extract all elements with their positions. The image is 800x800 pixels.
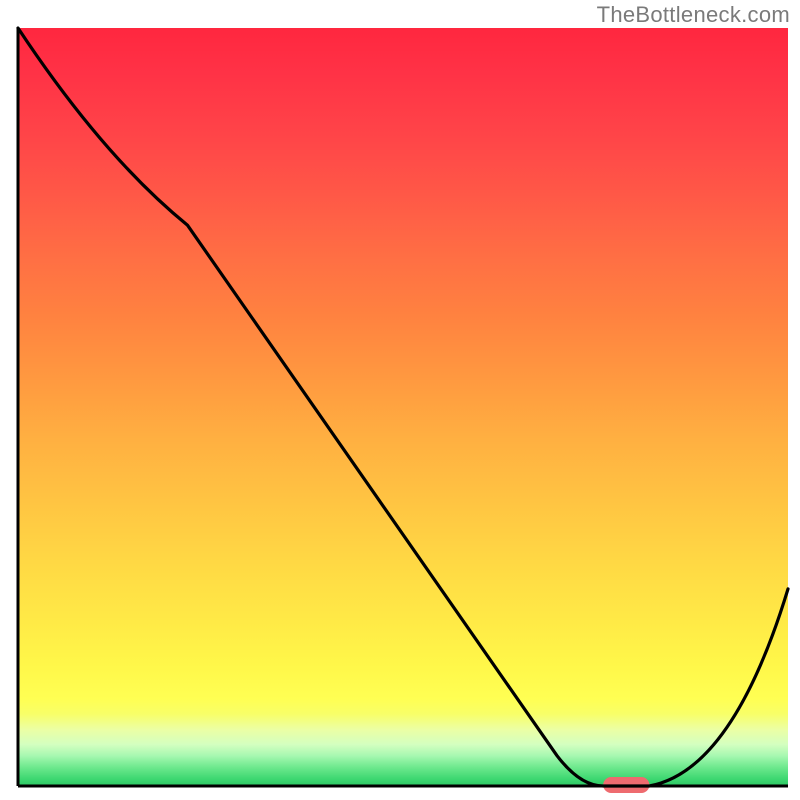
chart-container: TheBottleneck.com (0, 0, 800, 800)
bottleneck-chart (0, 0, 800, 800)
gradient-background (18, 28, 788, 786)
